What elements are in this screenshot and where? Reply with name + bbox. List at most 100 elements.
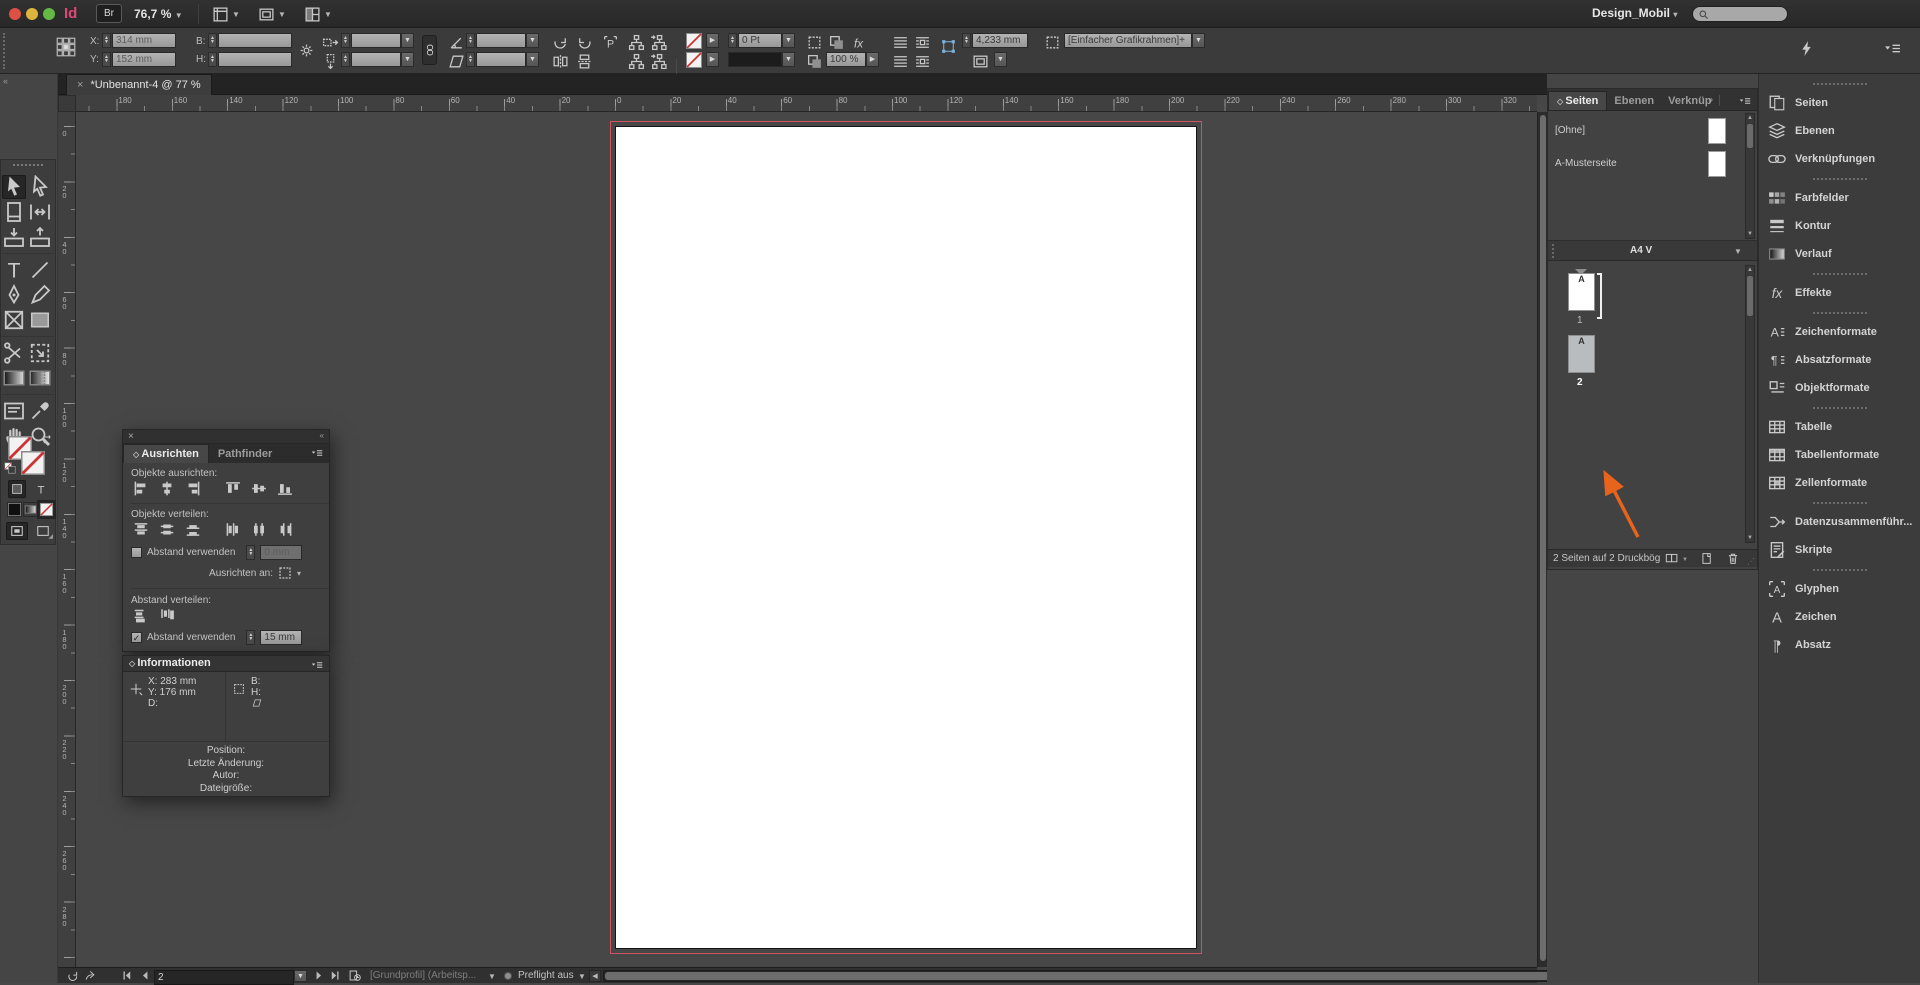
gap-tool[interactable] [28,200,52,224]
align-vcenter-icon[interactable] [249,481,269,496]
align-bottom-icon[interactable] [275,481,295,496]
wrap-none-button[interactable] [892,34,909,51]
dock-item-skripte[interactable]: Skripte [1759,536,1920,564]
apply-color-button[interactable] [7,502,22,517]
line-tool[interactable] [28,258,52,282]
align-to-icon[interactable] [277,566,293,580]
screen-mode-normal-button[interactable] [6,522,28,540]
ruler-origin-box[interactable] [58,95,76,112]
rotate-ccw-button[interactable] [576,34,593,51]
chevron-down-icon[interactable]: ▼ [1682,557,1688,563]
search-input[interactable] [1692,6,1788,22]
direct-selection-tool[interactable] [28,175,52,199]
fill-color-swatch[interactable] [686,52,702,68]
formatting-affects-container-button[interactable] [8,480,26,498]
scroll-up-icon[interactable]: ▲ [1746,267,1754,273]
apply-none-button[interactable] [39,502,54,517]
chevron-down-icon[interactable]: ▼ [1734,247,1742,256]
select-content-icon[interactable] [650,34,667,51]
scroll-down-icon[interactable]: ▼ [1746,231,1754,237]
page-thumbnail-1[interactable]: A [1568,273,1595,311]
select-prev-object-icon[interactable] [628,53,645,70]
align-hcenter-icon[interactable] [157,481,177,496]
collapse-toolbar-icon[interactable]: « [3,76,8,86]
zoom-level-dropdown[interactable]: 76,7 % ▼ [134,7,183,21]
space-horizontal-icon[interactable] [157,608,177,623]
height-field[interactable] [218,52,292,67]
gradient-tool[interactable] [2,366,26,390]
vertical-ruler[interactable]: 020406080100120140160180200220240260280 [58,112,76,967]
constrain-scale-chain[interactable] [422,35,437,65]
x-position-field[interactable]: 314 mm [112,33,176,48]
dist-vcenter-icon[interactable] [157,522,177,537]
scissors-tool[interactable] [2,341,26,365]
dock-item-tabellenformate[interactable]: Tabellenformate [1759,441,1920,469]
stroke-weight-field[interactable]: 0 Pt [738,33,782,48]
apply-gradient-button[interactable] [23,502,38,517]
scroll-up-icon[interactable]: ▲ [1746,115,1754,121]
resize-grip[interactable]: ⋰ [1747,557,1755,566]
eyedropper-tool[interactable] [28,399,52,423]
vertical-scrollbar[interactable] [1537,112,1547,967]
drag-handle[interactable] [1552,244,1557,258]
bridge-button[interactable]: Br [96,4,122,23]
dock-item-zeichenformate[interactable]: A Zeichenformate [1759,318,1920,346]
dock-item-effekte[interactable]: fx Effekte [1759,279,1920,307]
default-fill-stroke-icon[interactable] [4,462,16,474]
dock-group-handle[interactable] [1813,312,1867,314]
select-next-object-icon[interactable] [650,53,667,70]
arrange-documents-dropdown[interactable]: ▼ [304,5,332,23]
formatting-affects-text-button[interactable]: T [32,480,50,498]
wrap-jump-button[interactable] [892,53,909,70]
last-page-button[interactable] [328,969,342,982]
rotation-dropdown[interactable]: ▼ [526,33,539,48]
stroke-color-dropdown[interactable]: ▶ [706,33,719,48]
scale-x-dropdown[interactable]: ▼ [401,33,414,48]
scrollbar-thumb[interactable] [1747,124,1753,148]
quick-apply-icon[interactable] [1798,40,1815,57]
use-spacing-checkbox[interactable] [131,547,142,558]
fitting-dropdown[interactable]: ▼ [994,52,1007,67]
wrap-around-button[interactable] [914,34,931,51]
note-tool[interactable] [2,399,26,423]
page-number-dropdown[interactable]: ▼ [294,970,307,982]
align-panel-header[interactable]: × « [123,430,329,444]
scale-y-field[interactable] [351,52,401,67]
shear-field[interactable] [476,52,526,67]
corner-radius-field[interactable]: 4,233 mm [972,33,1028,48]
opacity-dropdown[interactable]: ▶ [866,52,879,67]
y-stepper[interactable]: ▲▼ [102,52,111,67]
chevron-down-icon[interactable]: ▾ [297,569,301,578]
y-position-field[interactable]: 152 mm [112,52,176,67]
pen-tool[interactable] [2,283,26,307]
rotation-field[interactable] [476,33,526,48]
align-top-icon[interactable] [223,481,243,496]
dist-hcenter-icon[interactable] [249,522,269,537]
tab-seiten[interactable]: ◇ Seiten [1548,91,1607,110]
stroke-style-arrow[interactable]: ▼ [782,52,795,67]
selection-tool[interactable] [2,175,26,199]
dock-group-handle[interactable] [1813,83,1867,85]
scroll-left-button[interactable]: ◀ [589,970,601,982]
page-info-icon[interactable] [348,969,362,982]
space-vertical-icon[interactable] [131,608,151,623]
chevron-down-icon[interactable]: ▼ [578,972,586,981]
scrollbar-thumb[interactable] [1747,276,1753,316]
dock-item-objektformate[interactable]: Objektformate [1759,374,1920,402]
delete-page-button[interactable] [1726,552,1740,565]
minimize-window-button[interactable] [26,8,38,20]
dist-bottom-icon[interactable] [183,522,203,537]
live-preflight-icon[interactable] [66,969,80,982]
scale-y-stepper[interactable]: ▲▼ [341,52,350,67]
panel-drag-handle[interactable] [3,33,8,69]
workspace-switcher[interactable]: Design_Mobil ▾ [1592,6,1677,20]
scale-x-stepper[interactable]: ▲▼ [341,33,350,48]
close-panel-icon[interactable]: × [128,431,134,442]
align-right-icon[interactable] [183,481,203,496]
first-page-button[interactable] [120,969,134,982]
panel-menu-icon[interactable] [1737,95,1753,107]
opacity-field[interactable]: 100 % [826,52,866,67]
dock-item-farbfelder[interactable]: Farbfelder [1759,184,1920,212]
pages-scrollbar[interactable]: ▲ ▼ [1745,265,1755,543]
stroke-swatch-none[interactable] [21,451,45,475]
